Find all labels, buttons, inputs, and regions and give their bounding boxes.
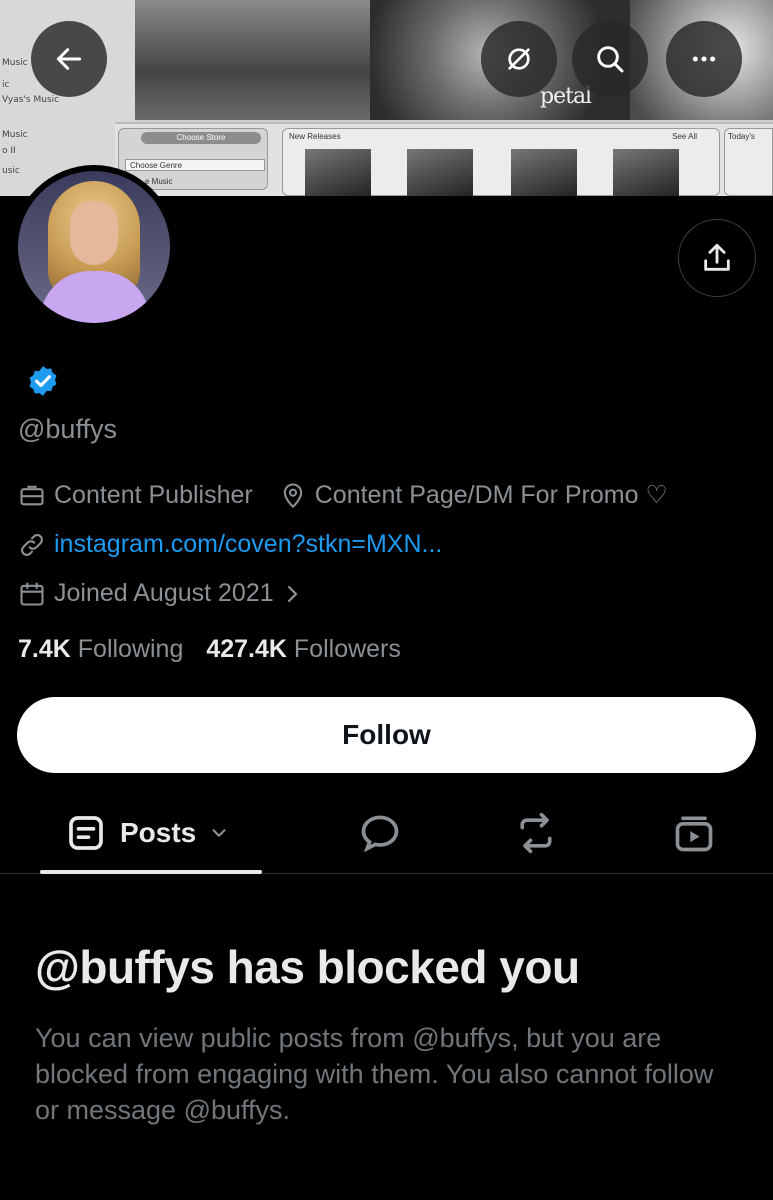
tab-posts[interactable]: Posts bbox=[40, 792, 262, 874]
banner-thumbnail bbox=[305, 149, 371, 196]
following-link[interactable]: 7.4K Following bbox=[18, 635, 183, 663]
share-button[interactable] bbox=[678, 219, 756, 297]
media-icon[interactable] bbox=[672, 811, 716, 855]
more-button[interactable] bbox=[666, 21, 742, 97]
banner-new-releases: New Releases See All bbox=[282, 128, 720, 196]
search-button[interactable] bbox=[572, 21, 648, 97]
banner-text: See All bbox=[672, 132, 697, 141]
profile-joined-date: Joined August 2021 bbox=[54, 579, 274, 607]
banner-thumbnail bbox=[511, 149, 577, 196]
briefcase-icon bbox=[20, 485, 44, 506]
profile-category: Content Publisher bbox=[54, 480, 253, 509]
search-icon bbox=[597, 46, 624, 73]
posts-icon bbox=[69, 816, 103, 850]
banner-thumbnail bbox=[407, 149, 473, 196]
verified-badge-icon[interactable] bbox=[26, 364, 60, 398]
repost-icon[interactable] bbox=[514, 811, 558, 855]
more-icon bbox=[692, 56, 716, 62]
banner-text: Vyas's Music bbox=[2, 95, 60, 105]
link-icon bbox=[21, 533, 43, 556]
profile-website-link[interactable]: instagram.com/coven?stkn=MXN... bbox=[54, 530, 442, 559]
location-item: Content Page/DM For Promo ♡ bbox=[279, 480, 668, 510]
banner-text: e Music bbox=[145, 177, 173, 186]
tab-posts-label: Posts bbox=[120, 817, 197, 848]
followers-label: Followers bbox=[293, 635, 401, 663]
profile-banner[interactable]: Music ic Vyas's Music Music o II usic pe… bbox=[0, 0, 773, 196]
banner-genre-select: Choose Genre bbox=[125, 159, 265, 171]
follow-button[interactable]: Follow bbox=[17, 697, 756, 773]
avatar-image bbox=[18, 171, 170, 323]
profile-handle: @buffys bbox=[18, 414, 117, 444]
banner-text: New Releases bbox=[289, 132, 341, 141]
banner-todays-box: Today's bbox=[724, 128, 773, 196]
banner-store-button: Choose Store bbox=[141, 132, 261, 144]
share-icon bbox=[704, 243, 730, 271]
back-button[interactable] bbox=[31, 21, 107, 97]
follow-stats: 7.4K Following 427.4K Followers bbox=[18, 635, 401, 664]
profile-tabs: Posts bbox=[0, 792, 773, 874]
followers-count: 427.4K bbox=[206, 635, 287, 663]
grok-button[interactable] bbox=[481, 21, 557, 97]
banner-photo bbox=[135, 0, 370, 120]
profile-location: Content Page/DM For Promo ♡ bbox=[314, 481, 668, 509]
calendar-icon bbox=[20, 581, 44, 606]
location-pin-icon bbox=[283, 483, 302, 509]
profile-joined-row[interactable]: Joined August 2021 bbox=[18, 579, 312, 608]
banner-text: usic bbox=[2, 166, 20, 176]
banner-text: o II bbox=[2, 146, 16, 156]
banner-text: Music bbox=[2, 58, 28, 68]
following-count: 7.4K bbox=[18, 635, 71, 663]
banner-text: Music bbox=[2, 130, 28, 140]
banner-text: ic bbox=[2, 80, 10, 90]
profile-website-row: instagram.com/coven?stkn=MXN... bbox=[18, 530, 442, 559]
blocked-message: You can view public posts from @buffys, … bbox=[35, 1023, 714, 1125]
grok-icon bbox=[508, 48, 530, 70]
replies-icon[interactable] bbox=[358, 811, 402, 855]
chevron-down-icon bbox=[212, 829, 226, 837]
followers-link[interactable]: 427.4K Followers bbox=[206, 635, 401, 663]
following-label: Following bbox=[77, 635, 184, 663]
blocked-title: @buffys has blocked you bbox=[35, 941, 580, 993]
banner-album-text: petal bbox=[540, 84, 592, 109]
category-item: Content Publisher bbox=[18, 481, 253, 510]
chevron-right-icon bbox=[287, 585, 297, 602]
avatar[interactable] bbox=[12, 165, 176, 329]
profile-meta-row: Content Publisher Content Page/DM For Pr… bbox=[18, 480, 668, 510]
tab-active-indicator bbox=[40, 870, 262, 874]
back-arrow-icon bbox=[56, 48, 82, 70]
banner-thumbnail bbox=[613, 149, 679, 196]
banner-text: Today's bbox=[728, 132, 755, 141]
